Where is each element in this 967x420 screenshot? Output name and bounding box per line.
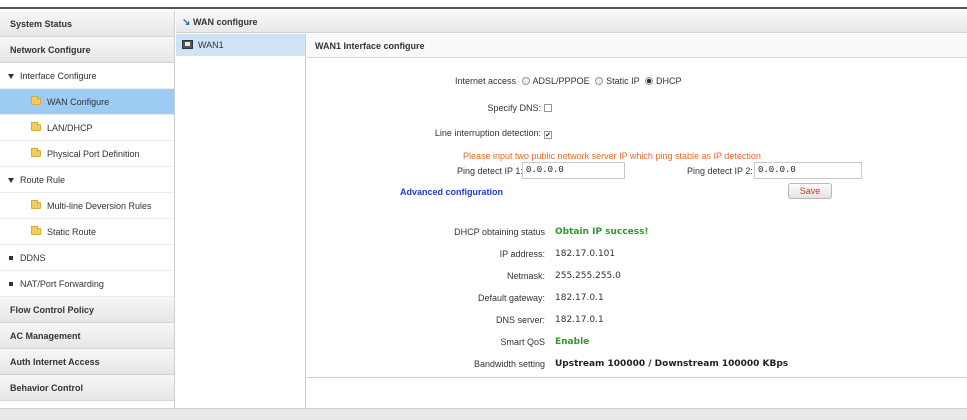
radio-adsl-pppoe[interactable] [521,77,530,85]
sidebar-item-interface-configure[interactable]: Interface Configure [0,63,174,89]
sidebar-item-behavior-control[interactable]: Behavior Control [0,375,174,401]
internet-access-label: Internet access [455,76,517,86]
sidebar-item-label: Static Route [47,227,97,237]
sidebar: System Status Network Configure Interfac… [0,11,175,408]
sidebar-item-label: Route Rule [20,175,66,185]
radio-dhcp[interactable] [644,77,653,85]
dhcp-status-value: Obtain IP success! [555,227,649,237]
sidebar-item-ac-management[interactable]: AC Management [0,323,174,349]
radio-label-dhcp: DHCP [655,76,682,86]
sidebar-item-label: Auth Internet Access [10,357,100,367]
internet-access-row: Internet access ADSL/PPPOE Static IP DHC… [455,76,681,86]
sidebar-item-label: Network Configure [10,45,91,55]
ping-ip1-input[interactable]: 0.0.0.0 [522,162,625,179]
ping-ip1-label: Ping detect IP 1: [457,166,523,176]
sidebar-item-static-route[interactable]: Static Route [0,219,174,245]
sidebar-item-label: System Status [10,19,73,29]
specify-dns-checkbox[interactable] [544,104,552,112]
dns-server-value: 182.17.0.1 [555,315,604,325]
sidebar-item-label: Multi-line Deversion Rules [47,201,152,211]
bandwidth-setting-value: Upstream 100000 / Downstream 100000 KBps [555,359,789,369]
line-interruption-label: Line interruption detection: [434,128,541,138]
save-button[interactable]: Save [788,183,832,199]
page-header: ↘ WAN configure [176,11,967,33]
netmask-label: Netmask: [506,271,545,281]
sidebar-item-physical-port-definition[interactable]: Physical Port Definition [0,141,174,167]
sidebar-item-label: Flow Control Policy [10,305,95,315]
sidebar-item-label: NAT/Port Forwarding [20,279,104,289]
default-gateway-value: 182.17.0.1 [555,293,604,303]
sidebar-item-flow-control-policy[interactable]: Flow Control Policy [0,297,174,323]
status-bar [0,408,967,420]
specify-dns-label: Specify DNS: [487,103,541,113]
folder-icon [31,122,41,131]
wan-list-item-label: WAN1 [198,40,224,50]
ip-address-value: 182.17.0.101 [555,249,616,259]
line-interruption-row: Line interruption detection: ✔ [397,128,552,139]
sidebar-item-wan-configure[interactable]: WAN Configure [0,89,174,115]
folder-icon [31,226,41,235]
collapse-triangle-icon [8,74,14,79]
ping-ip2-label: Ping detect IP 2: [687,166,753,176]
sidebar-item-label: AC Management [10,331,81,341]
top-border [0,0,967,9]
folder-icon [31,148,41,157]
default-gateway-label: Default gateway: [477,293,545,303]
netmask-value: 255.255.255.0 [555,271,621,281]
divider [307,377,967,378]
line-interruption-checkbox[interactable]: ✔ [544,131,552,139]
radio-static-ip[interactable] [595,77,604,85]
interface-config-panel: WAN1 Interface configure Internet access… [307,34,967,408]
radio-label-static-ip: Static IP [606,76,640,86]
arrow-down-right-icon: ↘ [182,17,191,28]
smart-qos-label: Smart QoS [500,337,545,347]
ping-hint-text: Please input two public network server I… [463,151,761,161]
page-title: WAN configure [193,17,258,27]
panel-title: WAN1 Interface configure [307,34,967,58]
bullet-icon [9,282,13,286]
sidebar-item-label: Physical Port Definition [47,149,140,159]
sidebar-item-multi-line-deversion-rules[interactable]: Multi-line Deversion Rules [0,193,174,219]
wan-list: WAN1 [176,34,306,408]
sidebar-item-label: Behavior Control [10,383,84,393]
sidebar-item-label: Interface Configure [20,71,97,81]
sidebar-item-system-status[interactable]: System Status [0,11,174,37]
sidebar-item-label: LAN/DHCP [47,123,93,133]
bandwidth-setting-label: Bandwidth setting [473,359,545,369]
sidebar-item-nat-port-forwarding[interactable]: NAT/Port Forwarding [0,271,174,297]
computer-icon [182,40,193,49]
sidebar-item-label: WAN Configure [47,97,110,107]
smart-qos-value: Enable [555,337,590,347]
ping-ip2-input[interactable]: 0.0.0.0 [754,162,862,179]
bullet-icon [9,256,13,260]
sidebar-item-network-configure[interactable]: Network Configure [0,37,174,63]
sidebar-item-lan-dhcp[interactable]: LAN/DHCP [0,115,174,141]
sidebar-item-auth-internet-access[interactable]: Auth Internet Access [0,349,174,375]
folder-icon [31,200,41,209]
dhcp-status-label: DHCP obtaining status [454,227,545,237]
sidebar-item-ddns[interactable]: DDNS [0,245,174,271]
specify-dns-row: Specify DNS: [451,103,552,113]
ip-address-label: IP address: [499,249,545,259]
dns-server-label: DNS server: [495,315,545,325]
folder-icon [31,96,41,105]
advanced-configuration-link[interactable]: Advanced configuration [400,187,503,197]
collapse-triangle-icon [8,178,14,183]
wan-list-item-wan1[interactable]: WAN1 [176,34,305,56]
radio-label-adsl-pppoe: ADSL/PPPOE [532,76,590,86]
sidebar-item-route-rule[interactable]: Route Rule [0,167,174,193]
sidebar-item-label: DDNS [20,253,46,263]
